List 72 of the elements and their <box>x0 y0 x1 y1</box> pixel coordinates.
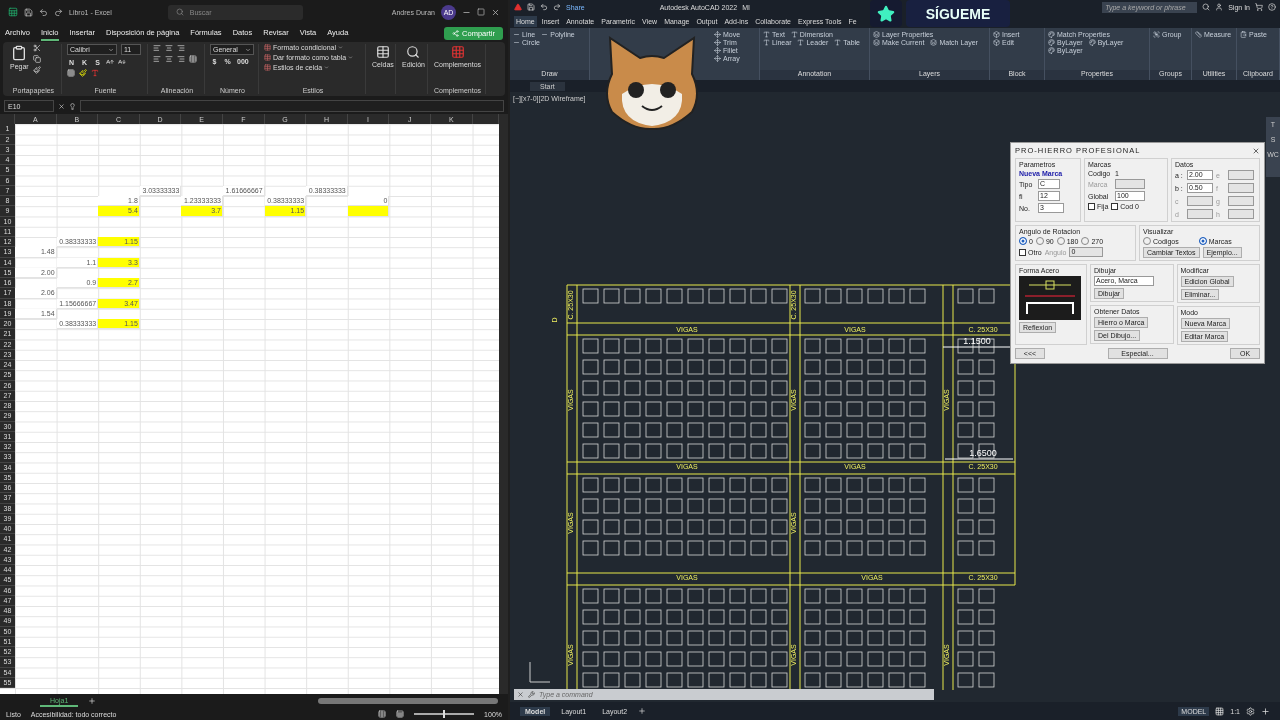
checkbox[interactable] <box>1111 203 1119 210</box>
line-icon <box>541 31 549 38</box>
cut-icon[interactable] <box>32 44 41 52</box>
undo-icon[interactable] <box>39 7 48 17</box>
align-icon[interactable] <box>165 55 173 63</box>
ruler-icon <box>1195 31 1202 38</box>
page-layout-icon[interactable] <box>396 710 405 718</box>
grid-icon <box>450 45 465 59</box>
grow-font-icon[interactable] <box>106 58 114 66</box>
ucs-axis-icon <box>529 661 551 683</box>
cart-icon[interactable] <box>1255 3 1263 11</box>
close-icon <box>517 691 524 698</box>
radio-button[interactable] <box>1019 237 1027 245</box>
align-icon[interactable] <box>177 44 185 52</box>
font-color-icon[interactable] <box>91 69 99 77</box>
clipboard-icon <box>11 45 28 61</box>
dimension-text: 1.1500 <box>963 336 991 346</box>
column-header[interactable] <box>472 114 499 125</box>
align-icon[interactable] <box>153 44 161 52</box>
table-icon <box>264 44 271 51</box>
close-icon[interactable] <box>491 7 500 17</box>
chevron-down-icon <box>108 46 114 53</box>
undo-icon[interactable] <box>540 3 548 11</box>
layers-icon <box>930 39 938 46</box>
wrench-icon <box>528 691 535 698</box>
cancel-icon <box>58 102 65 110</box>
follow-banner: SÍGUEME <box>906 0 1010 27</box>
align-icon[interactable] <box>165 44 173 52</box>
merge-icon[interactable] <box>189 55 197 63</box>
settings-icon[interactable] <box>1246 706 1255 716</box>
plus-icon[interactable] <box>1261 706 1270 716</box>
close-icon[interactable] <box>1252 146 1260 155</box>
excel-logo-icon <box>8 7 18 17</box>
save-icon[interactable] <box>24 7 33 17</box>
search-icon <box>406 45 421 59</box>
borders-icon[interactable] <box>67 69 75 77</box>
align-icon[interactable] <box>177 55 185 63</box>
normal-view-icon[interactable] <box>378 710 387 718</box>
redo-icon[interactable] <box>553 3 561 11</box>
fill-color-icon[interactable] <box>79 69 87 77</box>
share-icon <box>452 29 460 37</box>
redo-icon[interactable] <box>54 7 63 17</box>
help-icon[interactable] <box>1268 3 1276 11</box>
radio-button[interactable] <box>1198 237 1207 245</box>
mark-field[interactable] <box>1115 179 1145 189</box>
align-icon[interactable] <box>153 55 161 63</box>
chevron-down-icon <box>245 46 251 53</box>
save-icon[interactable] <box>527 3 535 11</box>
add-layout-icon[interactable] <box>638 707 647 715</box>
group-icon <box>1153 31 1160 38</box>
copy-icon[interactable] <box>32 55 41 63</box>
slider-thumb[interactable] <box>443 710 446 718</box>
grid-icon[interactable] <box>1215 706 1225 716</box>
table-icon <box>375 45 390 59</box>
user-icon <box>1215 3 1224 11</box>
format-painter-icon[interactable] <box>32 66 41 74</box>
chevron-down-icon <box>324 65 330 70</box>
app-logo-icon <box>514 3 522 11</box>
dimension-text: 1.6500 <box>969 448 997 458</box>
add-sheet-icon[interactable] <box>88 697 97 705</box>
table-icon <box>264 64 271 71</box>
checkbox[interactable] <box>1019 248 1026 256</box>
search-icon <box>175 8 184 16</box>
bar-shape-preview <box>1019 276 1081 320</box>
shrink-font-icon[interactable] <box>118 58 126 66</box>
table-icon <box>264 54 271 61</box>
palette-icon <box>1088 39 1096 46</box>
search-icon[interactable] <box>1202 3 1211 11</box>
checkbox[interactable] <box>1088 203 1095 210</box>
paste-icon <box>1240 31 1247 38</box>
maximize-icon[interactable] <box>477 8 485 16</box>
text-icon <box>834 39 842 46</box>
